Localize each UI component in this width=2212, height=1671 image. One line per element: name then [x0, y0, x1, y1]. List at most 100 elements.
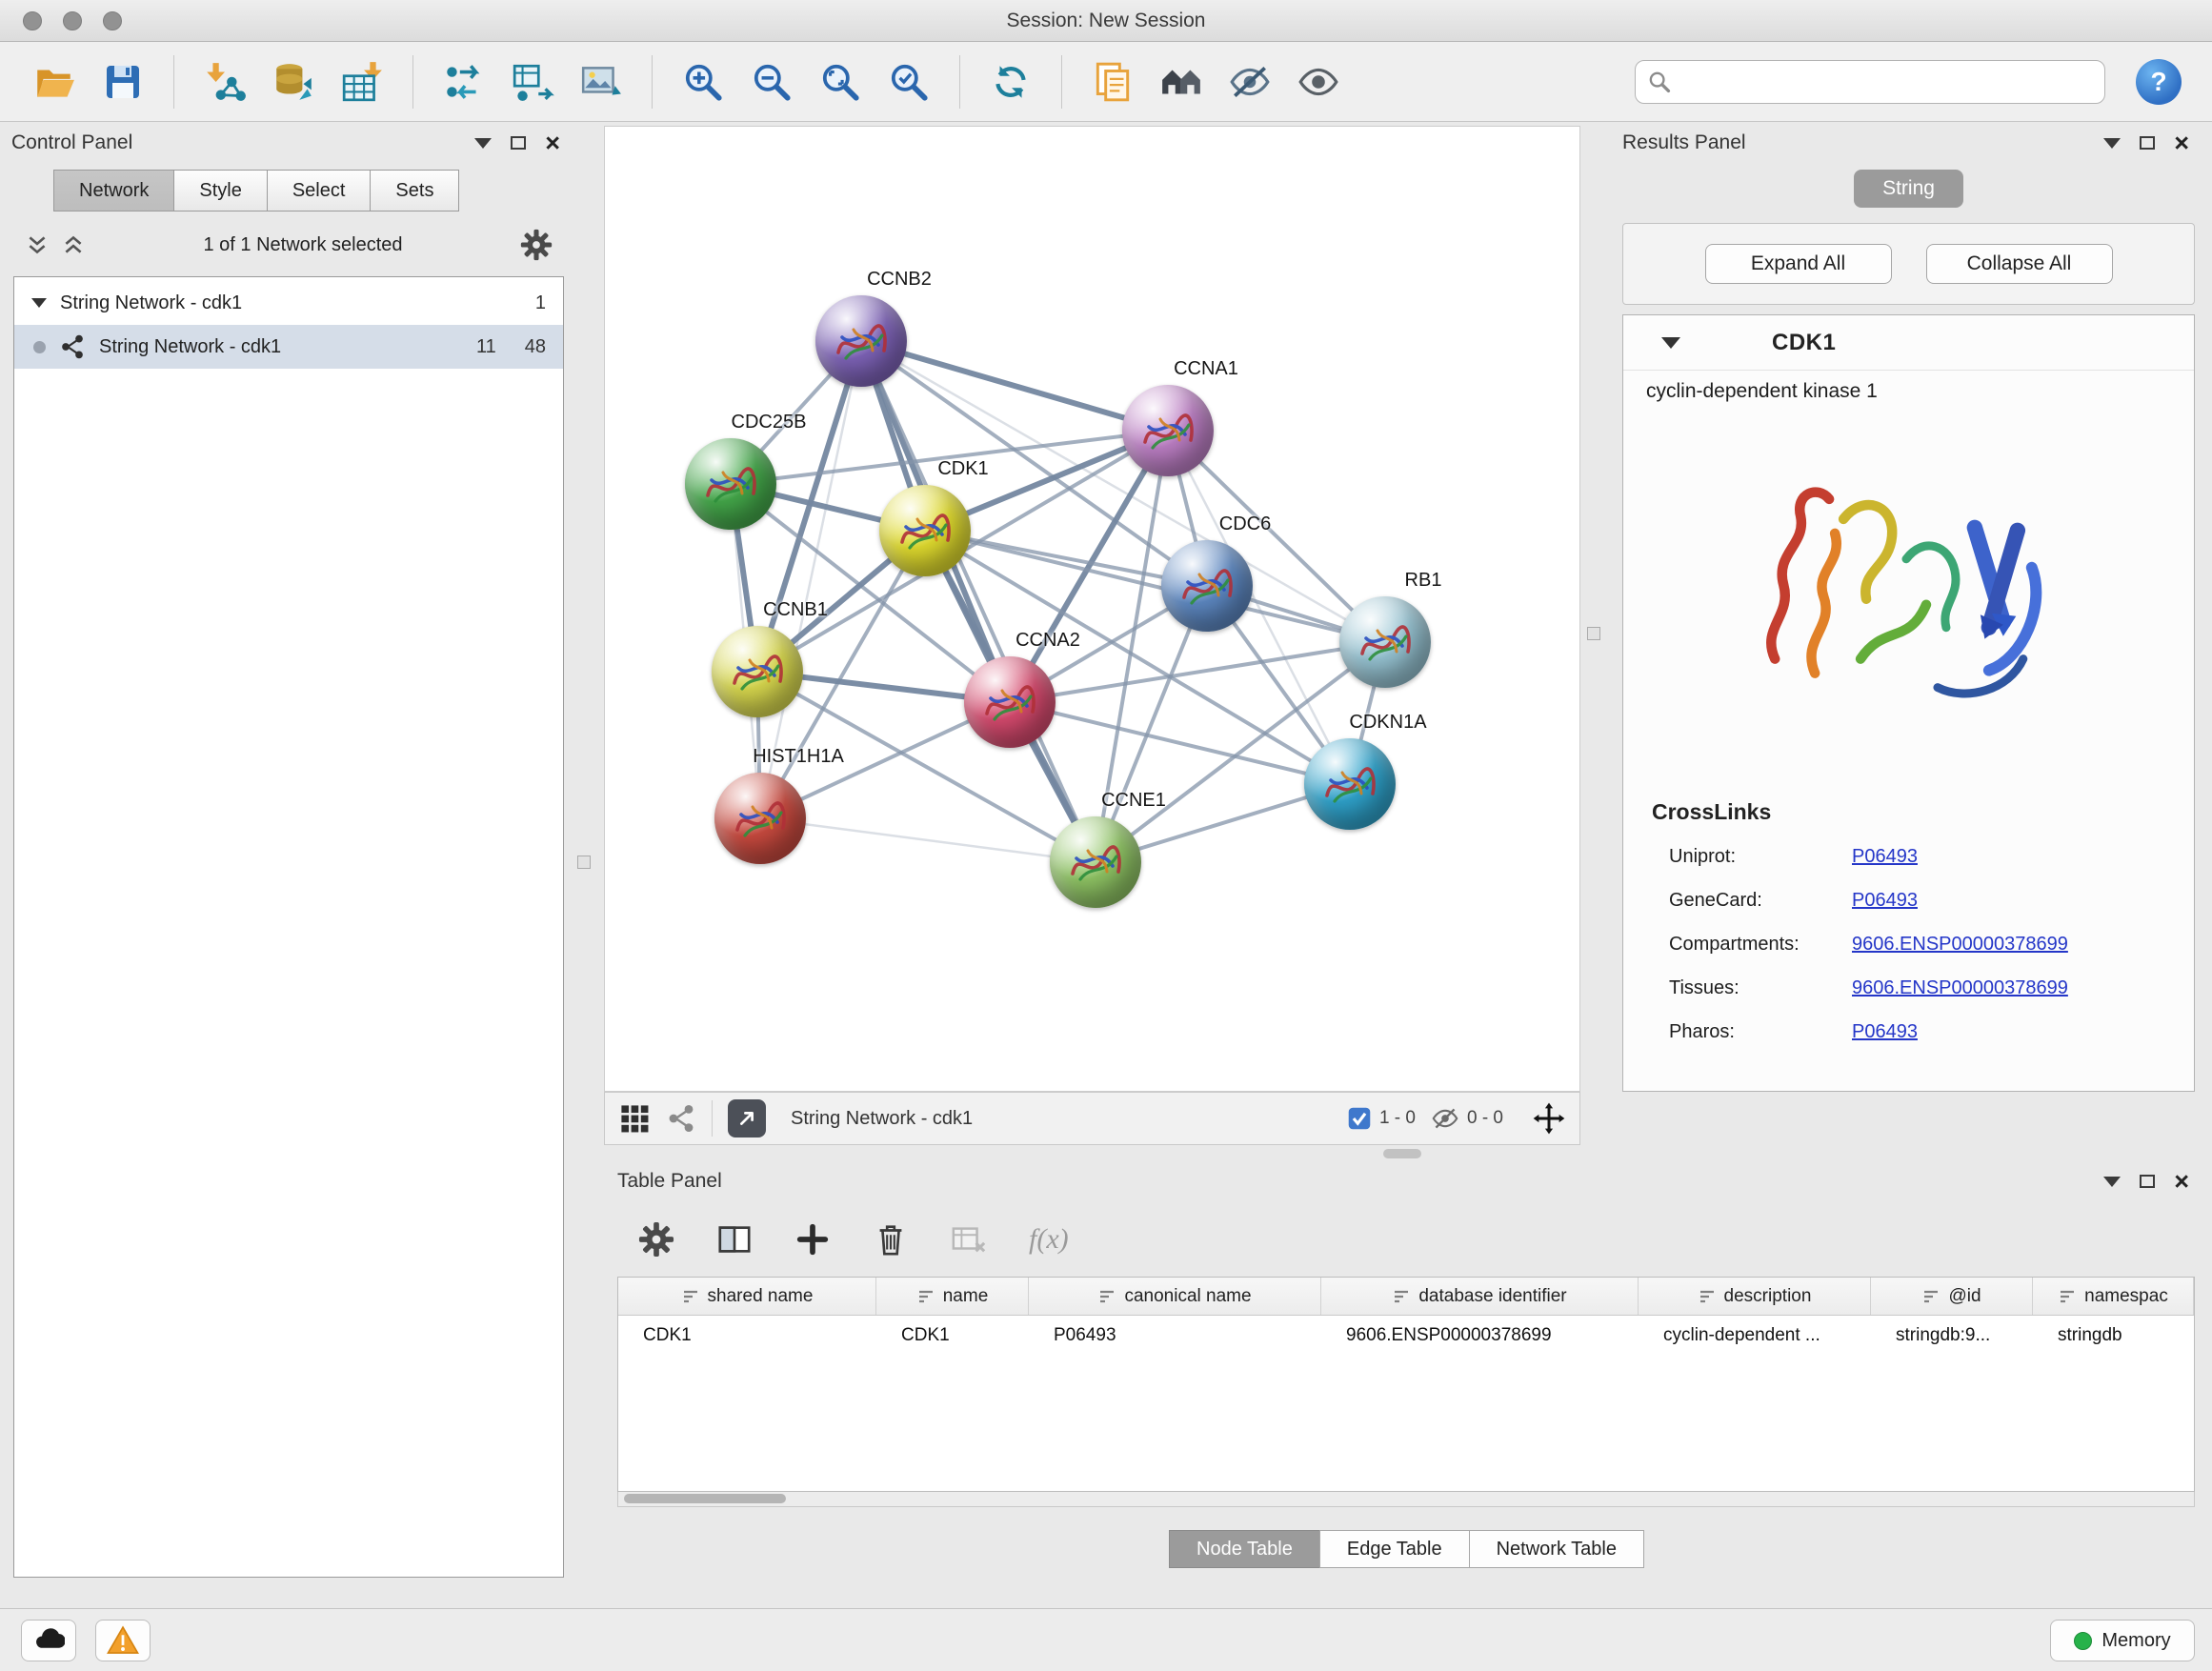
tab-sets[interactable]: Sets: [370, 170, 459, 211]
network-node-cdc25b[interactable]: [685, 438, 776, 530]
network-view-canvas[interactable]: CCNB2CCNA1CDC25BCDK1CDC6RB1CCNB1CCNA2CDK…: [604, 126, 1580, 1092]
close-panel-icon[interactable]: ×: [2174, 131, 2189, 156]
maximize-window-button[interactable]: [103, 11, 122, 30]
import-network-file-button[interactable]: [195, 51, 254, 112]
network-node-cdk1[interactable]: [879, 485, 971, 576]
import-table-button[interactable]: [332, 51, 392, 112]
expand-all-button[interactable]: Expand All: [1705, 244, 1892, 284]
export-table-button[interactable]: [503, 51, 562, 112]
save-session-button[interactable]: [93, 51, 152, 112]
scrollbar-thumb[interactable]: [624, 1494, 786, 1503]
detach-view-button[interactable]: [728, 1099, 766, 1137]
tab-network-table[interactable]: Network Table: [1469, 1530, 1644, 1568]
close-window-button[interactable]: [23, 11, 42, 30]
network-node-cdc6[interactable]: [1161, 540, 1253, 632]
function-builder-button[interactable]: f(x): [1029, 1223, 1069, 1256]
panel-resize-handle[interactable]: [577, 856, 591, 869]
collapse-all-icon[interactable]: [25, 232, 50, 257]
tab-string[interactable]: String: [1854, 170, 1963, 208]
panel-menu-icon[interactable]: [2103, 1177, 2121, 1187]
close-panel-icon[interactable]: ×: [545, 131, 560, 156]
network-node-cdkn1a[interactable]: [1304, 738, 1396, 830]
zoom-out-button[interactable]: [742, 51, 801, 112]
memory-button[interactable]: Memory: [2050, 1620, 2195, 1661]
cell-shared-name[interactable]: CDK1: [618, 1316, 876, 1356]
network-node-ccna2[interactable]: [964, 656, 1056, 748]
float-panel-icon[interactable]: [2140, 136, 2155, 150]
copy-document-button[interactable]: [1083, 51, 1142, 112]
network-row[interactable]: String Network - cdk1 11 48: [14, 325, 563, 369]
column-header[interactable]: database identifier: [1321, 1278, 1639, 1315]
cell-namespace[interactable]: stringdb: [2033, 1316, 2194, 1356]
network-tools-button[interactable]: [434, 51, 493, 112]
column-header[interactable]: shared name: [618, 1278, 876, 1315]
warnings-button[interactable]: [95, 1620, 151, 1661]
collapse-all-button[interactable]: Collapse All: [1926, 244, 2113, 284]
grid-view-icon[interactable]: [618, 1102, 651, 1135]
search-input[interactable]: [1679, 70, 2093, 92]
column-header[interactable]: description: [1639, 1278, 1871, 1315]
refresh-button[interactable]: [981, 51, 1040, 112]
protein-card-header[interactable]: CDK1: [1623, 315, 2194, 371]
tissues-link[interactable]: 9606.ENSP00000378699: [1852, 977, 2068, 999]
delete-table-icon[interactable]: [951, 1221, 987, 1258]
splitter-handle[interactable]: [1383, 1149, 1421, 1158]
birds-eye-view-button[interactable]: [1152, 51, 1211, 112]
eye-slash-small-icon[interactable]: [1431, 1104, 1459, 1133]
tab-select[interactable]: Select: [267, 170, 372, 211]
cell-description[interactable]: cyclin-dependent ...: [1639, 1316, 1871, 1356]
float-panel-icon[interactable]: [511, 136, 526, 150]
export-image-button[interactable]: [572, 51, 631, 112]
tab-style[interactable]: Style: [173, 170, 267, 211]
uniprot-link[interactable]: P06493: [1852, 846, 1918, 868]
gear-icon[interactable]: [520, 229, 553, 261]
float-panel-icon[interactable]: [2140, 1175, 2155, 1188]
column-header[interactable]: namespac: [2033, 1278, 2194, 1315]
network-edge-ccnb2-ccne1[interactable]: [861, 341, 1096, 862]
network-collection-row[interactable]: String Network - cdk1 1: [14, 281, 563, 325]
pharos-link[interactable]: P06493: [1852, 1021, 1918, 1043]
compartments-link[interactable]: 9606.ENSP00000378699: [1852, 934, 2068, 956]
column-header[interactable]: canonical name: [1029, 1278, 1321, 1315]
help-button[interactable]: ?: [2136, 59, 2182, 105]
table-row[interactable]: CDK1 CDK1 P06493 9606.ENSP00000378699 cy…: [618, 1316, 2194, 1356]
open-session-button[interactable]: [25, 51, 84, 112]
collapse-section-icon[interactable]: [1661, 337, 1680, 349]
cloud-status-button[interactable]: [21, 1620, 76, 1661]
panel-resize-handle[interactable]: [1587, 627, 1600, 640]
cell-canonical-name[interactable]: P06493: [1029, 1316, 1321, 1356]
panel-menu-icon[interactable]: [2103, 138, 2121, 149]
column-header[interactable]: @id: [1871, 1278, 2033, 1315]
genecard-link[interactable]: P06493: [1852, 890, 1918, 912]
network-node-rb1[interactable]: [1339, 596, 1431, 688]
cell-id[interactable]: stringdb:9...: [1871, 1316, 2033, 1356]
pan-crosshair-icon[interactable]: [1532, 1101, 1566, 1136]
add-column-icon[interactable]: [794, 1221, 831, 1258]
show-columns-icon[interactable]: [716, 1221, 753, 1258]
network-node-ccnb2[interactable]: [815, 295, 907, 387]
network-node-ccna1[interactable]: [1122, 385, 1214, 476]
network-node-ccnb1[interactable]: [712, 626, 803, 717]
zoom-in-button[interactable]: [674, 51, 733, 112]
network-node-ccne1[interactable]: [1050, 816, 1141, 908]
show-all-button[interactable]: [1289, 51, 1348, 112]
network-node-hist1h1a[interactable]: [714, 773, 806, 864]
table-settings-gear-icon[interactable]: [638, 1221, 674, 1258]
tab-edge-table[interactable]: Edge Table: [1319, 1530, 1470, 1568]
panel-menu-icon[interactable]: [474, 138, 492, 149]
expand-all-icon[interactable]: [61, 232, 86, 257]
network-edge-hist1h1a-ccne1[interactable]: [760, 818, 1096, 862]
minimize-window-button[interactable]: [63, 11, 82, 30]
column-header[interactable]: name: [876, 1278, 1029, 1315]
import-network-database-button[interactable]: [264, 51, 323, 112]
close-panel-icon[interactable]: ×: [2174, 1169, 2189, 1195]
checkbox-icon[interactable]: [1347, 1106, 1372, 1131]
hide-selection-button[interactable]: [1220, 51, 1279, 112]
collection-expand-icon[interactable]: [31, 298, 47, 308]
tab-network[interactable]: Network: [53, 170, 174, 211]
tab-node-table[interactable]: Node Table: [1169, 1530, 1320, 1568]
cell-database-identifier[interactable]: 9606.ENSP00000378699: [1321, 1316, 1639, 1356]
share-network-icon[interactable]: [666, 1103, 696, 1134]
delete-column-icon[interactable]: [873, 1221, 909, 1258]
zoom-fit-button[interactable]: [811, 51, 870, 112]
